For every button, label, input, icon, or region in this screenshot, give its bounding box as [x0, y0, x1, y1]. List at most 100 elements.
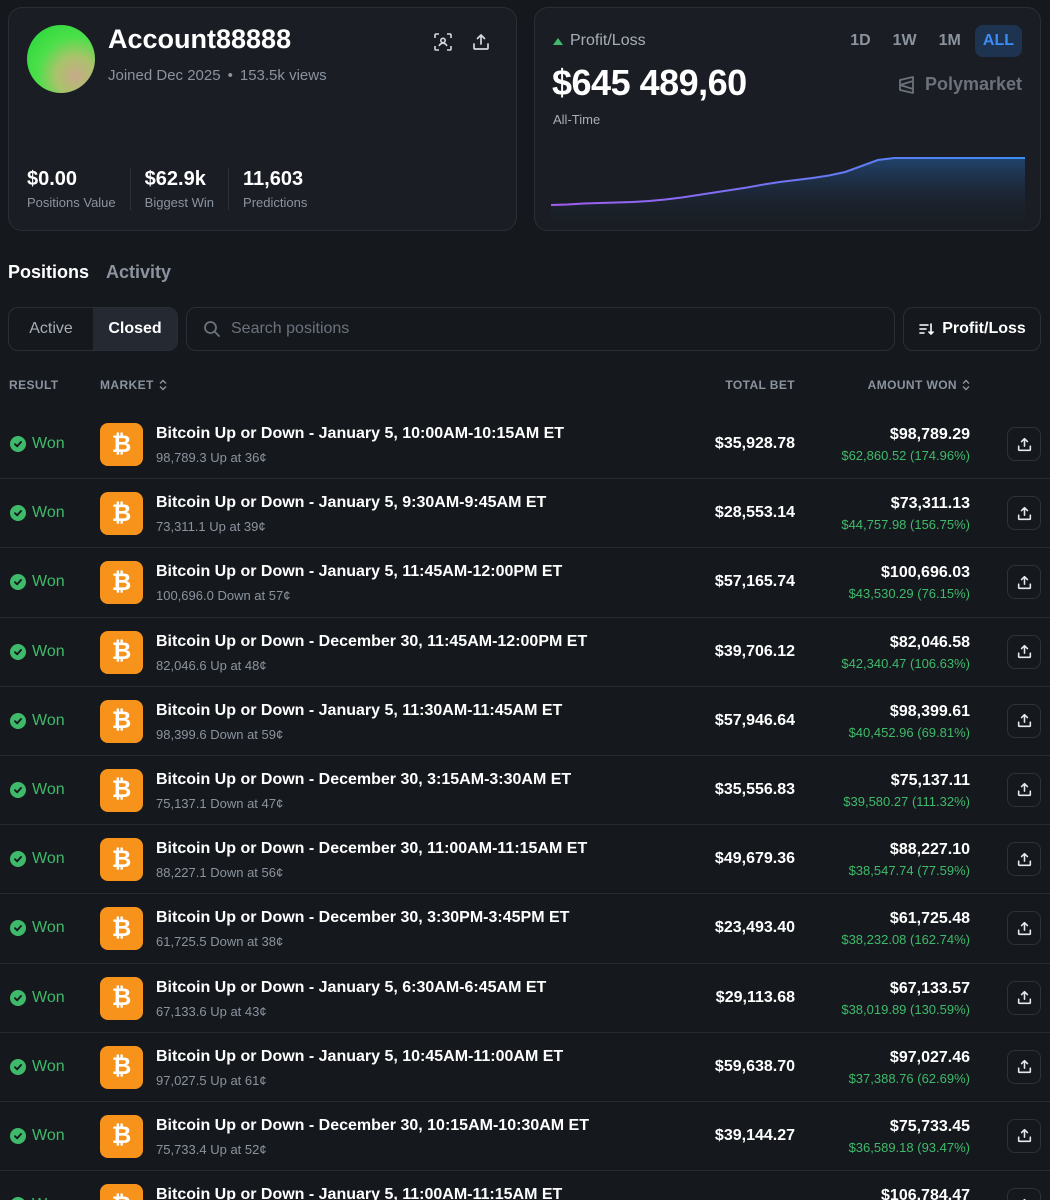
table-row[interactable]: Won ₿ Bitcoin Up or Down - January 5, 11…: [0, 687, 1050, 756]
total-bet: $39,144.27: [714, 1126, 795, 1144]
table-row[interactable]: Won ₿ Bitcoin Up or Down - January 5, 10…: [0, 410, 1050, 480]
tab-activity[interactable]: Activity: [106, 262, 171, 283]
share-position-button[interactable]: [1007, 911, 1041, 946]
table-row[interactable]: Won ₿ Bitcoin Up or Down - January 5, 9:…: [0, 479, 1050, 549]
share-position-button[interactable]: [1007, 842, 1041, 877]
column-amount-won[interactable]: AMOUNT WON: [868, 378, 970, 392]
table-row[interactable]: Won ₿ Bitcoin Up or Down - January 5, 11…: [0, 1171, 1050, 1200]
share-position-button[interactable]: [1007, 1188, 1041, 1200]
result-badge: Won: [10, 989, 65, 1007]
tab-positions[interactable]: Positions: [8, 262, 89, 283]
result-badge: Won: [10, 919, 65, 937]
result-label: Won: [32, 988, 65, 1006]
main-tabs: Positions Activity: [8, 262, 171, 283]
market-title[interactable]: Bitcoin Up or Down - January 5, 10:45AM-…: [156, 1048, 563, 1066]
bitcoin-icon: ₿: [100, 630, 143, 674]
share-icon: [1017, 714, 1031, 728]
market-title[interactable]: Bitcoin Up or Down - December 30, 11:00A…: [156, 840, 587, 858]
share-position-button[interactable]: [1007, 1118, 1041, 1153]
market-title[interactable]: Bitcoin Up or Down - January 5, 11:30AM-…: [156, 702, 562, 720]
market-position: 67,133.6 Up at 43¢: [156, 1003, 267, 1019]
check-circle-icon: [10, 1058, 26, 1075]
market-position: 61,725.5 Down at 38¢: [156, 934, 284, 950]
share-position-button[interactable]: [1007, 703, 1041, 738]
market-title[interactable]: Bitcoin Up or Down - December 30, 3:15AM…: [156, 771, 571, 789]
check-circle-icon: [10, 436, 26, 452]
table-row[interactable]: Won ₿ Bitcoin Up or Down - December 30, …: [0, 618, 1050, 687]
market-title[interactable]: Bitcoin Up or Down - December 30, 3:30PM…: [156, 909, 569, 927]
total-bet: $35,556.83: [714, 780, 795, 798]
total-bet: $29,113.68: [715, 988, 795, 1006]
share-position-button[interactable]: [1007, 980, 1041, 1015]
table-row[interactable]: Won ₿ Bitcoin Up or Down - January 5, 6:…: [0, 964, 1050, 1033]
result-label: Won: [32, 573, 65, 591]
result-badge: Won: [10, 435, 65, 453]
market-title[interactable]: Bitcoin Up or Down - January 5, 10:00AM-…: [156, 425, 564, 443]
share-icon: [1017, 644, 1031, 659]
profit-loss-value: $645 489,60: [552, 62, 747, 103]
range-1m[interactable]: 1M: [931, 25, 969, 57]
column-market-label: MARKET: [100, 378, 154, 392]
share-position-button[interactable]: [1007, 496, 1041, 531]
amount-won: $75,137.11: [890, 771, 970, 789]
table-row[interactable]: Won ₿ Bitcoin Up or Down - January 5, 11…: [0, 548, 1050, 618]
up-triangle-icon: [553, 37, 563, 45]
check-circle-icon: [10, 643, 26, 660]
stat-predictions: 11,603 Predictions: [243, 168, 321, 210]
range-1w[interactable]: 1W: [885, 25, 925, 57]
profit-gain: $38,547.74 (77.59%): [848, 863, 970, 879]
result-badge: Won: [10, 504, 65, 522]
market-position: 97,027.5 Up at 61¢: [156, 1072, 267, 1088]
amount-won: $61,725.48: [889, 910, 970, 928]
stat-positions-value: $0.00 Positions Value: [27, 168, 131, 210]
market-title[interactable]: Bitcoin Up or Down - January 5, 11:00AM-…: [156, 1186, 562, 1200]
total-bet: $49,679.36: [714, 850, 795, 868]
amount-won: $100,696.03: [881, 564, 970, 582]
range-1d[interactable]: 1D: [842, 25, 878, 57]
column-amount-won-label: AMOUNT WON: [867, 378, 957, 392]
share-icon[interactable]: [469, 30, 493, 54]
share-position-button[interactable]: [1007, 427, 1041, 461]
result-badge: Won: [10, 1196, 65, 1200]
range-all[interactable]: ALL: [974, 25, 1022, 57]
total-bet: $57,946.64: [714, 711, 795, 729]
market-position: 88,227.1 Down at 56¢: [156, 865, 284, 881]
bitcoin-icon: ₿: [100, 1114, 143, 1158]
result-label: Won: [32, 711, 65, 729]
market-title[interactable]: Bitcoin Up or Down - December 30, 10:15A…: [156, 1117, 589, 1135]
table-row[interactable]: Won ₿ Bitcoin Up or Down - December 30, …: [0, 1102, 1050, 1172]
search-input[interactable]: [231, 320, 831, 338]
share-position-button[interactable]: [1007, 772, 1041, 807]
market-title[interactable]: Bitcoin Up or Down - December 30, 11:45A…: [156, 633, 587, 651]
table-row[interactable]: Won ₿ Bitcoin Up or Down - December 30, …: [0, 894, 1050, 964]
amount-won: $106,784.47: [881, 1187, 970, 1200]
check-circle-icon: [10, 851, 26, 868]
column-market[interactable]: MARKET: [100, 378, 167, 392]
table-row[interactable]: Won ₿ Bitcoin Up or Down - December 30, …: [0, 825, 1050, 895]
amount-won: $88,227.10: [889, 841, 970, 859]
stat-label: Predictions: [243, 195, 308, 210]
bitcoin-icon: ₿: [100, 838, 143, 882]
market-title[interactable]: Bitcoin Up or Down - January 5, 9:30AM-9…: [156, 494, 546, 512]
market-title[interactable]: Bitcoin Up or Down - January 5, 6:30AM-6…: [156, 979, 546, 997]
market-title[interactable]: Bitcoin Up or Down - January 5, 11:45AM-…: [156, 563, 562, 581]
share-position-button[interactable]: [1007, 634, 1041, 669]
share-position-button[interactable]: [1007, 565, 1041, 600]
market-position: 100,696.0 Down at 57¢: [156, 588, 291, 604]
table-row[interactable]: Won ₿ Bitcoin Up or Down - December 30, …: [0, 756, 1050, 826]
total-bet: $23,493.40: [714, 919, 795, 937]
share-icon: [1017, 852, 1031, 866]
market-position: 98,789.3 Up at 36¢: [156, 450, 267, 465]
bitcoin-icon: ₿: [100, 561, 143, 605]
profit-gain: $37,388.76 (62.69%): [848, 1070, 970, 1086]
sort-icon: [919, 323, 935, 336]
share-position-button[interactable]: [1007, 1049, 1041, 1084]
toggle-active[interactable]: Active: [9, 308, 93, 350]
amount-won: $75,733.45: [889, 1117, 970, 1135]
table-row[interactable]: Won ₿ Bitcoin Up or Down - January 5, 10…: [0, 1033, 1050, 1102]
bitcoin-icon: ₿: [100, 492, 143, 536]
toggle-closed[interactable]: Closed: [93, 308, 177, 350]
profit-gain: $44,757.98 (156.75%): [841, 517, 970, 533]
qr-scan-icon[interactable]: [431, 30, 455, 54]
sort-button[interactable]: Profit/Loss: [903, 307, 1041, 351]
